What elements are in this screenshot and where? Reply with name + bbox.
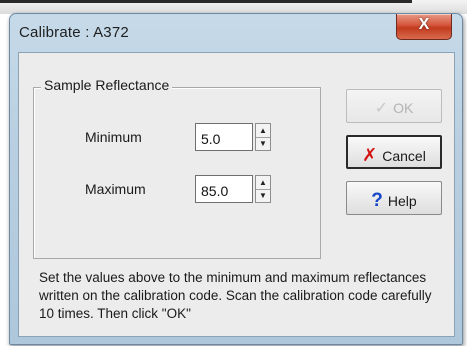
instructions-text: Set the values above to the minimum and … xyxy=(39,270,432,321)
minimum-label: Minimum xyxy=(85,129,142,145)
title-bar[interactable]: Calibrate : A372 X xyxy=(10,14,462,52)
ok-button[interactable]: ✓ OK xyxy=(346,89,442,123)
x-icon: ✗ xyxy=(362,145,378,165)
close-icon: X xyxy=(418,16,430,33)
maximum-spin-down-icon[interactable]: ▼ xyxy=(256,189,270,202)
minimum-spin-up-icon[interactable]: ▲ xyxy=(256,124,270,138)
calibrate-dialog: Calibrate : A372 X Sample Reflectance Mi… xyxy=(9,13,463,345)
maximum-input[interactable] xyxy=(195,175,253,203)
check-icon: ✓ xyxy=(374,100,389,117)
maximum-spinner[interactable]: ▲ ▼ xyxy=(255,175,271,203)
group-label: Sample Reflectance xyxy=(41,77,173,93)
question-icon: ? xyxy=(371,190,383,211)
maximum-label: Maximum xyxy=(85,181,146,197)
background-line xyxy=(0,0,412,3)
cancel-button[interactable]: ✗ Cancel xyxy=(346,135,442,169)
help-label: Help xyxy=(387,193,417,209)
background-strip xyxy=(0,0,467,14)
cancel-label: Cancel xyxy=(382,148,426,164)
help-button[interactable]: ? Help xyxy=(346,181,442,215)
maximum-spin-up-icon[interactable]: ▲ xyxy=(256,176,270,190)
close-button[interactable]: X xyxy=(396,14,452,40)
minimum-input[interactable] xyxy=(195,123,253,151)
dialog-body: Sample Reflectance Minimum ▲ ▼ Maximum ▲… xyxy=(18,52,455,337)
sample-reflectance-group xyxy=(33,87,321,259)
window-title: Calibrate : A372 xyxy=(19,24,129,41)
minimum-spinner[interactable]: ▲ ▼ xyxy=(255,123,271,151)
minimum-spin-down-icon[interactable]: ▼ xyxy=(256,137,270,150)
ok-label: OK xyxy=(393,100,414,116)
